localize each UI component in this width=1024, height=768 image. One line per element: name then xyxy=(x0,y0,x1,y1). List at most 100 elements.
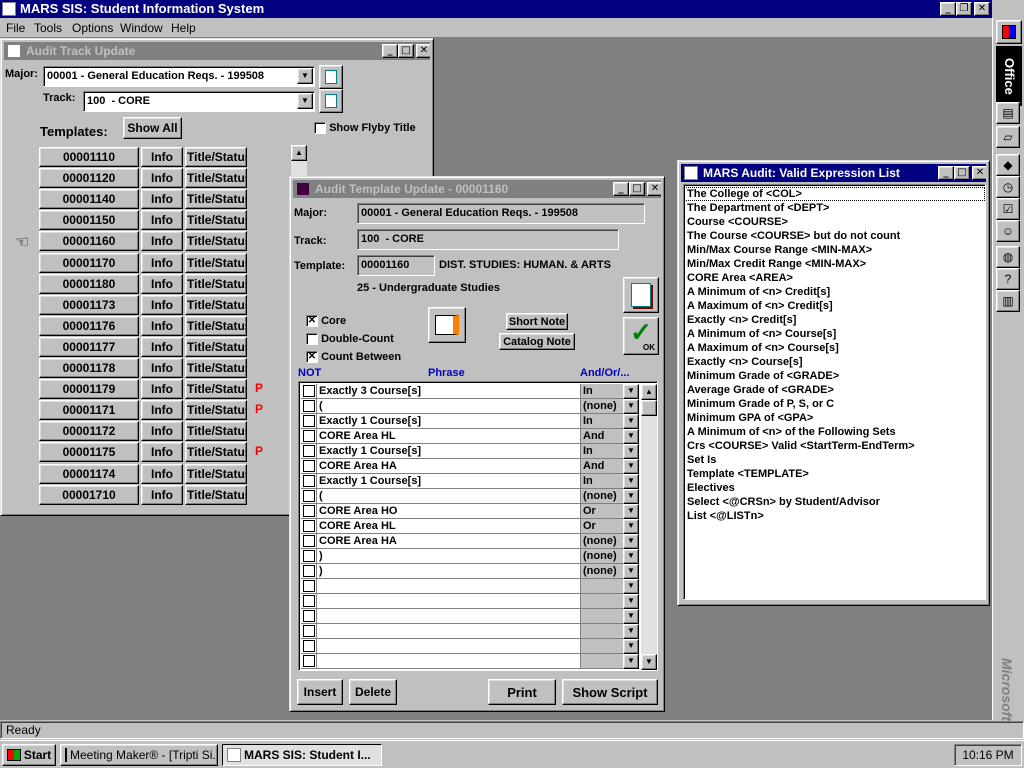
andor-cell[interactable]: Or xyxy=(581,504,623,519)
core-checkbox[interactable]: ✕ Core xyxy=(306,315,346,328)
not-cell[interactable] xyxy=(301,429,317,444)
template-title-status-button[interactable]: Title/Status xyxy=(185,273,247,294)
template-info-button[interactable]: Info xyxy=(141,358,183,378)
not-checkbox[interactable] xyxy=(303,595,315,607)
minimize-button[interactable]: _ xyxy=(382,44,398,58)
template-info-button[interactable]: Info xyxy=(141,484,183,505)
phrase-cell[interactable]: CORE Area HL xyxy=(317,519,581,534)
template-code-button[interactable]: 00001160 xyxy=(39,231,139,252)
close-button[interactable]: ✕ xyxy=(974,2,990,16)
template-code-button[interactable]: 00001173 xyxy=(39,294,139,315)
show-all-button[interactable]: Show All xyxy=(123,117,182,139)
andor-cell[interactable]: (none) xyxy=(581,399,623,414)
chevron-down-icon[interactable]: ▼ xyxy=(623,594,639,609)
template-code-button[interactable]: 00001170 xyxy=(39,252,139,273)
andor-cell[interactable]: In xyxy=(581,474,623,489)
template-info-button[interactable]: Info xyxy=(141,442,183,463)
template-title-status-button[interactable]: Title/Status xyxy=(185,421,247,442)
chevron-down-icon[interactable]: ▼ xyxy=(623,534,639,549)
scroll-up-button[interactable]: ▲ xyxy=(641,384,657,400)
template-info-button[interactable]: Info xyxy=(141,189,183,210)
not-checkbox[interactable] xyxy=(303,430,315,442)
chevron-down-icon[interactable]: ▼ xyxy=(623,564,639,579)
scroll-thumb[interactable] xyxy=(641,400,657,416)
chevron-down-icon[interactable]: ▼ xyxy=(623,444,639,459)
count-between-checkbox[interactable]: ✕ Count Between xyxy=(306,351,401,364)
expression-item[interactable]: CORE Area <AREA> xyxy=(684,271,985,285)
chevron-down-icon[interactable]: ▼ xyxy=(623,519,639,534)
open-folder-icon[interactable]: ▱ xyxy=(996,126,1020,148)
template-info-button[interactable]: Info xyxy=(141,315,183,336)
not-checkbox[interactable] xyxy=(303,385,315,397)
phrase-cell[interactable]: CORE Area HO xyxy=(317,504,581,519)
scroll-up-button[interactable]: ▲ xyxy=(291,145,307,161)
book-icon[interactable]: ▥ xyxy=(996,290,1020,312)
chevron-down-icon[interactable]: ▼ xyxy=(297,68,313,84)
not-cell[interactable] xyxy=(301,564,317,579)
checkbox[interactable] xyxy=(306,333,318,346)
andor-cell[interactable]: In xyxy=(581,444,623,459)
template-code-button[interactable]: 00001175 xyxy=(39,442,139,463)
not-checkbox[interactable] xyxy=(303,550,315,562)
template-title-status-button[interactable]: Title/Status xyxy=(185,336,247,357)
not-cell[interactable] xyxy=(301,399,317,414)
template-info-button[interactable]: Info xyxy=(141,294,183,315)
phrase-cell[interactable]: Exactly 1 Course[s] xyxy=(317,444,581,459)
chevron-down-icon[interactable]: ▼ xyxy=(623,579,639,594)
task-check-icon[interactable]: ☑ xyxy=(996,198,1020,220)
template-code-button[interactable]: 00001171 xyxy=(39,400,139,421)
template-code-button[interactable]: 00001710 xyxy=(39,484,139,505)
checkbox[interactable] xyxy=(314,122,326,135)
template-info-button[interactable]: Info xyxy=(141,400,183,421)
andor-cell[interactable]: (none) xyxy=(581,489,623,504)
phrase-cell[interactable] xyxy=(317,579,581,594)
checkbox-checked[interactable]: ✕ xyxy=(306,315,318,328)
not-cell[interactable] xyxy=(301,459,317,474)
expression-item[interactable]: Minimum Grade of <GRADE> xyxy=(684,369,985,383)
close-button[interactable]: ✕ xyxy=(647,182,661,196)
expression-item[interactable]: A Minimum of <n> Course[s] xyxy=(684,327,985,341)
chevron-down-icon[interactable]: ▼ xyxy=(623,474,639,489)
template-info-button[interactable]: Info xyxy=(141,273,183,294)
globe-icon[interactable]: ◍ xyxy=(996,246,1020,268)
phrase-cell[interactable]: CORE Area HA xyxy=(317,534,581,549)
scroll-down-button[interactable]: ▼ xyxy=(641,654,657,670)
template-info-button[interactable]: Info xyxy=(141,336,183,357)
chevron-down-icon[interactable]: ▼ xyxy=(623,639,639,654)
not-cell[interactable] xyxy=(301,654,317,669)
phrase-cell[interactable]: ( xyxy=(317,489,581,504)
template-info-button[interactable]: Info xyxy=(141,210,183,231)
show-flyby-checkbox[interactable]: Show Flyby Title xyxy=(314,122,432,135)
phrase-cell[interactable]: ) xyxy=(317,549,581,564)
expression-item[interactable]: Template <TEMPLATE> xyxy=(684,467,985,481)
expression-item[interactable]: List <@LISTn> xyxy=(684,509,985,523)
andor-cell[interactable]: In xyxy=(581,384,623,399)
new-document-icon[interactable]: ▤ xyxy=(996,102,1020,124)
track-lookup-button[interactable] xyxy=(319,89,343,113)
chevron-down-icon[interactable]: ▼ xyxy=(623,504,639,519)
andor-cell[interactable] xyxy=(581,594,623,609)
minimize-button[interactable]: _ xyxy=(940,2,956,16)
expression-item[interactable]: Minimum Grade of P, S, or C xyxy=(684,397,985,411)
andor-cell[interactable]: (none) xyxy=(581,534,623,549)
phrase-cell[interactable]: Exactly 3 Course[s] xyxy=(317,384,581,399)
andor-cell[interactable]: And xyxy=(581,459,623,474)
menu-options[interactable]: Options xyxy=(72,19,113,37)
template-title-status-button[interactable]: Title/Status xyxy=(185,231,247,252)
schedule-icon[interactable]: ◆ xyxy=(996,154,1020,176)
chevron-down-icon[interactable]: ▼ xyxy=(623,549,639,564)
template-title-status-button[interactable]: Title/Status xyxy=(185,463,247,484)
phrase-cell[interactable]: CORE Area HL xyxy=(317,429,581,444)
not-checkbox[interactable] xyxy=(303,505,315,517)
template-info-button[interactable]: Info xyxy=(141,379,183,400)
phrase-cell[interactable]: Exactly 1 Course[s] xyxy=(317,474,581,489)
phrase-cell[interactable]: Exactly 1 Course[s] xyxy=(317,414,581,429)
expression-item[interactable]: A Maximum of <n> Course[s] xyxy=(684,341,985,355)
not-cell[interactable] xyxy=(301,594,317,609)
expression-item[interactable]: Min/Max Course Range <MIN-MAX> xyxy=(684,243,985,257)
not-cell[interactable] xyxy=(301,504,317,519)
andor-cell[interactable] xyxy=(581,579,623,594)
menu-tools[interactable]: Tools xyxy=(34,19,62,37)
template-title-status-button[interactable]: Title/Status xyxy=(185,442,247,463)
catalog-note-button[interactable]: Catalog Note xyxy=(499,333,575,350)
